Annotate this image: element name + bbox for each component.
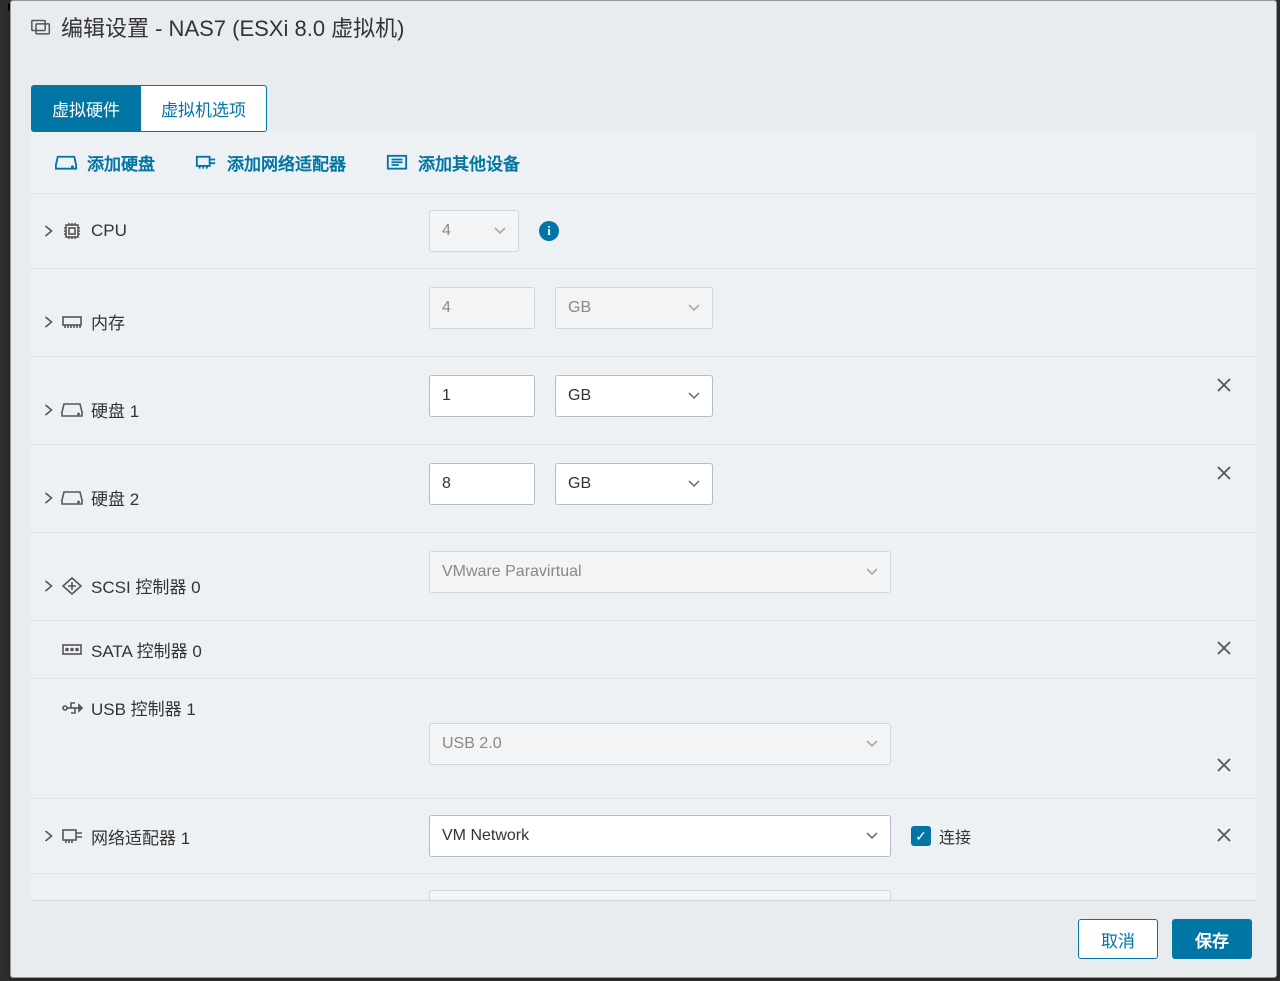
tab-vm-options[interactable]: 虚拟机选项 — [140, 85, 267, 132]
disk1-size-input[interactable] — [429, 375, 535, 417]
usb-label: USB 控制器 1 — [91, 695, 196, 720]
memory-label: 内存 — [91, 309, 125, 334]
hdd-icon — [61, 401, 83, 419]
remove-nic[interactable] — [1204, 825, 1244, 848]
chevron-down-icon — [688, 475, 700, 493]
expand-cpu[interactable] — [43, 226, 53, 236]
row-sata-controller: SATA 控制器 0 — [31, 620, 1256, 678]
chevron-down-icon — [866, 827, 878, 845]
memory-size-input — [429, 287, 535, 329]
row-memory: 内存 GB — [31, 268, 1256, 356]
add-other-label: 添加其他设备 — [418, 150, 520, 175]
scsi-type-select: VMware Paravirtual — [429, 551, 891, 593]
chevron-down-icon — [688, 387, 700, 405]
expand-disk-1[interactable] — [43, 405, 53, 415]
usb-type-select: USB 2.0 — [429, 723, 891, 765]
add-other-button[interactable]: 添加其他设备 — [386, 150, 520, 175]
close-icon — [1217, 638, 1231, 660]
remove-disk-1[interactable] — [1204, 375, 1244, 398]
checkbox-checked-icon: ✓ — [911, 826, 931, 846]
cpu-info-icon[interactable]: i — [539, 221, 559, 241]
chevron-down-icon — [866, 563, 878, 581]
chevron-down-icon — [866, 735, 878, 753]
close-icon — [1217, 825, 1231, 847]
sata-label: SATA 控制器 0 — [91, 637, 202, 662]
add-nic-button[interactable]: 添加网络适配器 — [195, 150, 346, 175]
chevron-down-icon — [494, 222, 506, 240]
usb-icon — [61, 699, 83, 717]
sata-icon — [61, 641, 83, 659]
expand-disk-2[interactable] — [43, 493, 53, 503]
disk2-size-input[interactable] — [429, 463, 535, 505]
cancel-button[interactable]: 取消 — [1078, 919, 1158, 959]
nic-network-select[interactable]: VM Network — [429, 815, 891, 857]
vm-window-icon — [31, 18, 51, 36]
hdd-icon — [55, 154, 77, 172]
disk1-unit-select[interactable]: GB — [555, 375, 713, 417]
save-button[interactable]: 保存 — [1172, 919, 1252, 959]
dialog-header: 编辑设置 - NAS7 (ESXi 8.0 虚拟机) — [11, 1, 1276, 49]
tab-virtual-hardware[interactable]: 虚拟硬件 — [31, 85, 141, 132]
tabs: 虚拟硬件 虚拟机选项 — [11, 49, 1276, 132]
hardware-scroll[interactable]: 添加硬盘 添加网络适配器 添加其他设 — [31, 132, 1256, 901]
nic-connect-checkbox[interactable]: ✓ 连接 — [911, 824, 971, 848]
row-usb-controller: USB 控制器 1 USB 2.0 — [31, 678, 1256, 798]
edit-settings-dialog: 编辑设置 - NAS7 (ESXi 8.0 虚拟机) 虚拟硬件 虚拟机选项 添加… — [10, 0, 1277, 978]
memory-unit-select: GB — [555, 287, 713, 329]
cpu-count-select: 4 — [429, 210, 519, 252]
hardware-toolbar: 添加硬盘 添加网络适配器 添加其他设 — [31, 132, 1256, 193]
hdd-icon — [61, 489, 83, 507]
dialog-footer: 取消 保存 — [11, 901, 1276, 977]
close-icon — [1217, 755, 1231, 777]
disk2-unit-select[interactable]: GB — [555, 463, 713, 505]
nic-icon — [195, 154, 217, 172]
scsi-label: SCSI 控制器 0 — [91, 573, 201, 598]
expand-nic[interactable] — [43, 831, 53, 841]
video-settings-select: 默认设置 — [429, 890, 891, 901]
disk1-label: 硬盘 1 — [91, 397, 139, 422]
row-disk-2: 硬盘 2 GB — [31, 444, 1256, 532]
row-scsi-controller: SCSI 控制器 0 VMware Paravirtual — [31, 532, 1256, 620]
nic-label: 网络适配器 1 — [91, 824, 190, 849]
add-disk-button[interactable]: 添加硬盘 — [55, 150, 155, 175]
expand-scsi[interactable] — [43, 581, 53, 591]
dialog-title: 编辑设置 - NAS7 (ESXi 8.0 虚拟机) — [61, 11, 405, 43]
disk2-label: 硬盘 2 — [91, 485, 139, 510]
close-icon — [1217, 463, 1231, 485]
row-cpu: CPU 4 i — [31, 193, 1256, 268]
chevron-down-icon — [688, 299, 700, 317]
add-disk-label: 添加硬盘 — [87, 150, 155, 175]
device-list-icon — [386, 154, 408, 172]
expand-memory[interactable] — [43, 317, 53, 327]
memory-icon — [61, 313, 83, 331]
add-nic-label: 添加网络适配器 — [227, 150, 346, 175]
nic-connect-label: 连接 — [939, 824, 971, 848]
row-video-card: 显卡 默认设置 — [31, 873, 1256, 901]
cpu-label: CPU — [91, 221, 127, 241]
remove-disk-2[interactable] — [1204, 463, 1244, 486]
nic-icon — [61, 827, 83, 845]
cpu-icon — [61, 222, 83, 240]
row-network-adapter: 网络适配器 1 VM Network ✓ 连接 — [31, 798, 1256, 873]
remove-usb[interactable] — [1204, 755, 1244, 778]
remove-sata[interactable] — [1204, 638, 1244, 661]
row-disk-1: 硬盘 1 GB — [31, 356, 1256, 444]
scsi-icon — [61, 577, 83, 595]
close-icon — [1217, 375, 1231, 397]
